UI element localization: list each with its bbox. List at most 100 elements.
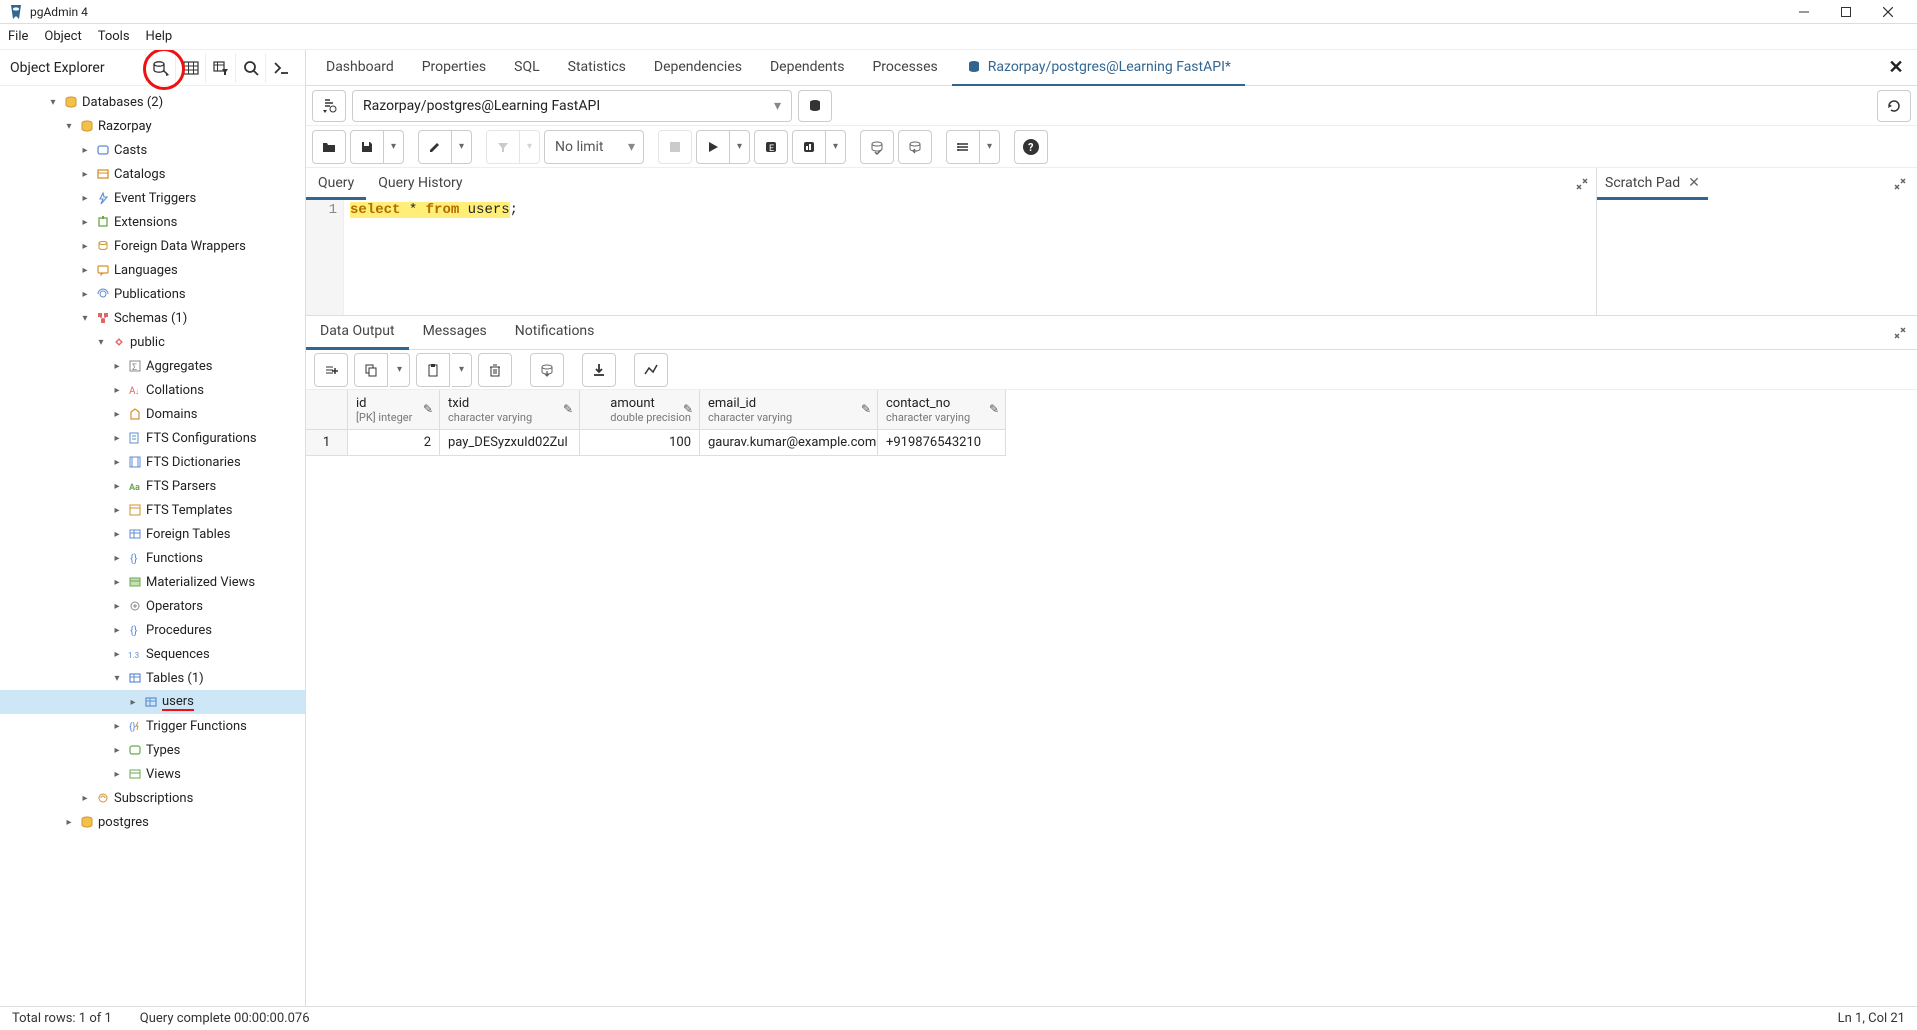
tree-node-trigger-fns[interactable]: ▸{}Trigger Functions: [0, 714, 305, 738]
menu-help[interactable]: Help: [146, 29, 173, 44]
save-data-button[interactable]: [530, 353, 564, 387]
explain-analyze-button[interactable]: [792, 130, 826, 164]
save-file-dropdown[interactable]: ▾: [384, 130, 404, 164]
expand-output-button[interactable]: [1889, 326, 1917, 340]
help-button[interactable]: ?: [1014, 130, 1048, 164]
explain-analyze-dropdown[interactable]: ▾: [826, 130, 846, 164]
col-header-contact[interactable]: contact_nocharacter varying✎: [878, 390, 1006, 430]
tab-statistics[interactable]: Statistics: [554, 50, 640, 86]
connection-dropdown[interactable]: Razorpay/postgres@Learning FastAPI ▾: [352, 90, 792, 122]
edit-button[interactable]: [418, 130, 452, 164]
grid-row[interactable]: 1 2 pay_DESyzxuId02Zul 100 gaurav.kumar@…: [306, 430, 1917, 456]
tab-dependencies[interactable]: Dependencies: [640, 50, 756, 86]
expand-scratch-button[interactable]: [1889, 177, 1917, 191]
tree-node-event-triggers[interactable]: ▸Event Triggers: [0, 186, 305, 210]
tree-node-public[interactable]: ▾public: [0, 330, 305, 354]
tree-node-schemas[interactable]: ▾Schemas (1): [0, 306, 305, 330]
limit-select[interactable]: No limit: [544, 130, 644, 164]
scratch-pad-close[interactable]: ✕: [1688, 175, 1700, 191]
tab-notifications[interactable]: Notifications: [501, 316, 609, 350]
tab-query-tool[interactable]: Razorpay/postgres@Learning FastAPI*: [952, 50, 1245, 86]
tree-node-functions[interactable]: ▸{}Functions: [0, 546, 305, 570]
save-file-button[interactable]: [350, 130, 384, 164]
menu-object[interactable]: Object: [44, 29, 81, 44]
tree-node-fts-parsers[interactable]: ▸AaFTS Parsers: [0, 474, 305, 498]
execute-button[interactable]: [696, 130, 730, 164]
paste-dropdown[interactable]: ▾: [452, 353, 472, 387]
add-row-button[interactable]: [314, 353, 348, 387]
close-button[interactable]: [1867, 0, 1909, 24]
filter-dropdown[interactable]: ▾: [520, 130, 540, 164]
menu-tools[interactable]: Tools: [98, 29, 130, 44]
col-header-email[interactable]: email_idcharacter varying✎: [700, 390, 878, 430]
maximize-button[interactable]: [1825, 0, 1867, 24]
commit-button[interactable]: [860, 130, 894, 164]
expand-editor-button[interactable]: [1568, 177, 1596, 191]
tree-node-aggregates[interactable]: ▸ΣAggregates: [0, 354, 305, 378]
cell-amount[interactable]: 100: [580, 430, 700, 456]
scratch-pad-tab[interactable]: Scratch Pad: [1605, 175, 1688, 191]
tree-node-fts-dict[interactable]: ▸FTS Dictionaries: [0, 450, 305, 474]
tree-node-mat-views[interactable]: ▸Materialized Views: [0, 570, 305, 594]
new-connection-button[interactable]: [798, 90, 832, 122]
tree-node-sequences[interactable]: ▸1.3Sequences: [0, 642, 305, 666]
tree-node-languages[interactable]: ▸Languages: [0, 258, 305, 282]
copy-button[interactable]: [354, 353, 388, 387]
explain-button[interactable]: E: [754, 130, 788, 164]
results-grid[interactable]: id[PK] integer✎ txidcharacter varying✎ a…: [306, 390, 1917, 456]
cell-contact[interactable]: +919876543210: [878, 430, 1006, 456]
paste-button[interactable]: [416, 353, 450, 387]
reset-layout-button[interactable]: [1877, 90, 1911, 122]
col-header-id[interactable]: id[PK] integer✎: [348, 390, 440, 430]
tree-node-tables[interactable]: ▾Tables (1): [0, 666, 305, 690]
tree-node-fts-templates[interactable]: ▸FTS Templates: [0, 498, 305, 522]
delete-row-button[interactable]: [478, 353, 512, 387]
object-tree[interactable]: ▾Databases (2) ▾Razorpay ▸Casts ▸Catalog…: [0, 86, 305, 1006]
tree-node-publications[interactable]: ▸Publications: [0, 282, 305, 306]
connection-status-button[interactable]: [312, 90, 346, 122]
download-csv-button[interactable]: [582, 353, 616, 387]
query-tool-button[interactable]: [145, 53, 175, 83]
col-header-amount[interactable]: amountdouble precision✎: [580, 390, 700, 430]
macros-button[interactable]: [946, 130, 980, 164]
tab-properties[interactable]: Properties: [408, 50, 500, 86]
tab-query-history[interactable]: Query History: [366, 168, 474, 200]
tree-node-domains[interactable]: ▸Domains: [0, 402, 305, 426]
tab-dependents[interactable]: Dependents: [756, 50, 858, 86]
tab-close-button[interactable]: ✕: [1881, 53, 1911, 83]
minimize-button[interactable]: [1783, 0, 1825, 24]
tree-node-razorpay[interactable]: ▾Razorpay: [0, 114, 305, 138]
filter-button[interactable]: [486, 130, 520, 164]
editor-code[interactable]: select * from users;: [344, 200, 1596, 315]
tab-processes[interactable]: Processes: [858, 50, 951, 86]
menu-file[interactable]: File: [8, 29, 28, 44]
tree-node-collations[interactable]: ▸A↓Collations: [0, 378, 305, 402]
tree-node-types[interactable]: ▸Types: [0, 738, 305, 762]
rollback-button[interactable]: [898, 130, 932, 164]
tree-node-fdw[interactable]: ▸Foreign Data Wrappers: [0, 234, 305, 258]
tree-node-foreign-tables[interactable]: ▸Foreign Tables: [0, 522, 305, 546]
tree-node-catalogs[interactable]: ▸Catalogs: [0, 162, 305, 186]
tree-node-views[interactable]: ▸Views: [0, 762, 305, 786]
tree-node-extensions[interactable]: ▸Extensions: [0, 210, 305, 234]
edit-dropdown[interactable]: ▾: [452, 130, 472, 164]
tree-node-procedures[interactable]: ▸{}Procedures: [0, 618, 305, 642]
sql-editor[interactable]: 1 select * from users;: [306, 200, 1596, 315]
tree-node-postgres[interactable]: ▸postgres: [0, 810, 305, 834]
execute-dropdown[interactable]: ▾: [730, 130, 750, 164]
cell-txid[interactable]: pay_DESyzxuId02Zul: [440, 430, 580, 456]
tree-node-subscriptions[interactable]: ▸Subscriptions: [0, 786, 305, 810]
tree-node-users-table[interactable]: ▸users: [0, 690, 305, 714]
tab-sql[interactable]: SQL: [500, 50, 553, 86]
stop-button[interactable]: [658, 130, 692, 164]
tree-node-casts[interactable]: ▸Casts: [0, 138, 305, 162]
psql-tool-button[interactable]: [265, 53, 295, 83]
filter-rows-button[interactable]: [205, 53, 235, 83]
open-file-button[interactable]: [312, 130, 346, 164]
tree-node-operators[interactable]: ▸Operators: [0, 594, 305, 618]
tab-query[interactable]: Query: [306, 168, 366, 200]
search-objects-button[interactable]: [235, 53, 265, 83]
tab-messages[interactable]: Messages: [409, 316, 501, 350]
macros-dropdown[interactable]: ▾: [980, 130, 1000, 164]
col-header-txid[interactable]: txidcharacter varying✎: [440, 390, 580, 430]
